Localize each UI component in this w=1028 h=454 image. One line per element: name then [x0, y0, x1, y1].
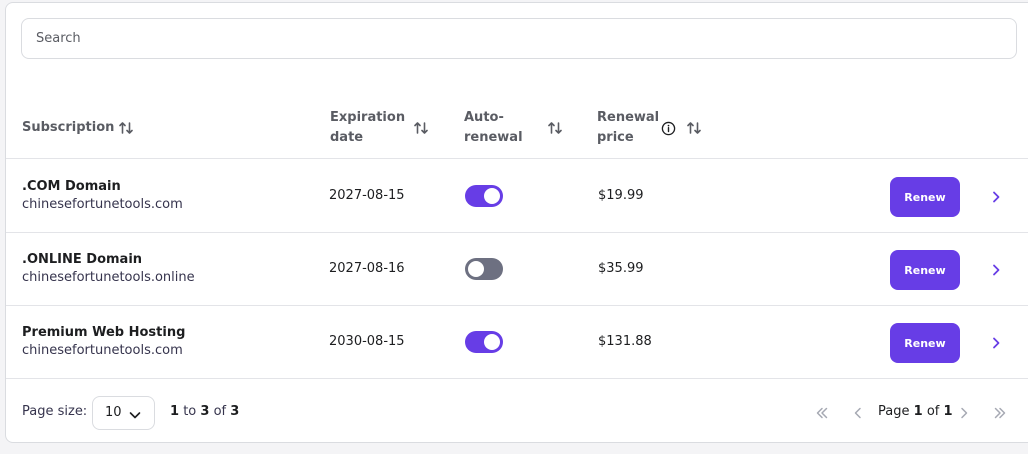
page-current: 1: [913, 404, 923, 419]
row-range-text: 1 to 3 of 3: [170, 402, 239, 422]
double-chevron-right-icon[interactable]: [992, 405, 1008, 421]
range-total: 3: [230, 404, 240, 419]
subscription-domain: chinesefortunetools.com: [22, 197, 183, 212]
auto-renewal-toggle[interactable]: [465, 185, 503, 207]
column-label-price-line1: Renewal: [597, 110, 660, 125]
renew-button[interactable]: Renew: [890, 323, 960, 363]
range-to: 3: [200, 404, 210, 419]
renewal-price: $35.99: [598, 261, 644, 276]
subscription-name: .ONLINE Domain: [22, 252, 143, 267]
range-of-word: of: [213, 404, 227, 419]
auto-renewal-toggle[interactable]: [465, 258, 503, 280]
column-header-renewal-price[interactable]: Renewal price: [597, 108, 659, 148]
range-to-word: to: [183, 404, 197, 419]
range-from: 1: [170, 404, 180, 419]
column-header-auto-renewal[interactable]: Auto- renewal: [464, 108, 523, 148]
subscription-domain: chinesefortunetools.com: [22, 343, 183, 358]
table-row[interactable]: .ONLINE Domain chinesefortunetools.onlin…: [6, 233, 1028, 306]
subscription-cell: Premium Web Hosting chinesefortunetools.…: [22, 325, 185, 358]
column-label-expiration-line1: Expiration: [330, 110, 406, 125]
chevron-down-icon: [129, 412, 141, 419]
column-label-subscription: Subscription: [22, 120, 115, 135]
table-row[interactable]: Premium Web Hosting chinesefortunetools.…: [6, 306, 1028, 379]
chevron-right-icon[interactable]: [988, 335, 1004, 351]
column-label-autorenew-line2: renewal: [464, 130, 523, 145]
renewal-price: $19.99: [598, 188, 644, 203]
toggle-knob: [484, 188, 500, 204]
subscription-name: Premium Web Hosting: [22, 325, 186, 340]
sort-arrows-icon[interactable]: [118, 120, 134, 136]
sort-arrows-icon[interactable]: [547, 120, 563, 136]
chevron-right-icon[interactable]: [988, 262, 1004, 278]
auto-renewal-toggle[interactable]: [465, 331, 503, 353]
toggle-knob: [484, 334, 500, 350]
table-header: Subscription Expiration date Auto- renew…: [6, 98, 1028, 159]
renewal-price: $131.88: [598, 334, 652, 349]
subscriptions-card: Subscription Expiration date Auto- renew…: [5, 2, 1028, 443]
page-size-select[interactable]: 10: [92, 396, 155, 430]
expiration-date: 2027-08-15: [329, 188, 405, 203]
chevron-right-icon[interactable]: [988, 189, 1004, 205]
page-of-word: of: [926, 404, 940, 419]
column-label-price-line2: price: [597, 130, 634, 145]
column-header-subscription[interactable]: Subscription: [22, 118, 114, 139]
column-header-expiration[interactable]: Expiration date: [330, 108, 405, 148]
sort-arrows-icon[interactable]: [686, 120, 702, 136]
subscription-cell: .ONLINE Domain chinesefortunetools.onlin…: [22, 252, 195, 285]
expiration-date: 2027-08-16: [329, 261, 405, 276]
subscription-name: .COM Domain: [22, 179, 121, 194]
chevron-left-icon[interactable]: [850, 405, 866, 421]
page-size-label: Page size:: [22, 404, 88, 419]
subscription-domain: chinesefortunetools.online: [22, 270, 195, 285]
renew-button[interactable]: Renew: [890, 177, 960, 217]
page-indicator: Page 1 of 1: [878, 402, 953, 422]
info-icon[interactable]: [661, 121, 676, 136]
column-label-expiration-line2: date: [330, 130, 364, 145]
search-input[interactable]: [21, 18, 1017, 59]
page-word: Page: [878, 404, 910, 419]
chevron-right-icon[interactable]: [956, 405, 972, 421]
double-chevron-left-icon[interactable]: [814, 405, 830, 421]
expiration-date: 2030-08-15: [329, 334, 405, 349]
page-size-value: 10: [105, 405, 122, 420]
pagination-footer: Page size: 10 1 to 3 of 3 Page 1 of 1: [6, 380, 1028, 442]
sort-arrows-icon[interactable]: [413, 120, 429, 136]
renew-button[interactable]: Renew: [890, 250, 960, 290]
table-row[interactable]: .COM Domain chinesefortunetools.com 2027…: [6, 160, 1028, 233]
subscription-cell: .COM Domain chinesefortunetools.com: [22, 179, 183, 212]
column-label-autorenew-line1: Auto-: [464, 110, 504, 125]
page-total: 1: [943, 404, 953, 419]
toggle-knob: [468, 261, 484, 277]
